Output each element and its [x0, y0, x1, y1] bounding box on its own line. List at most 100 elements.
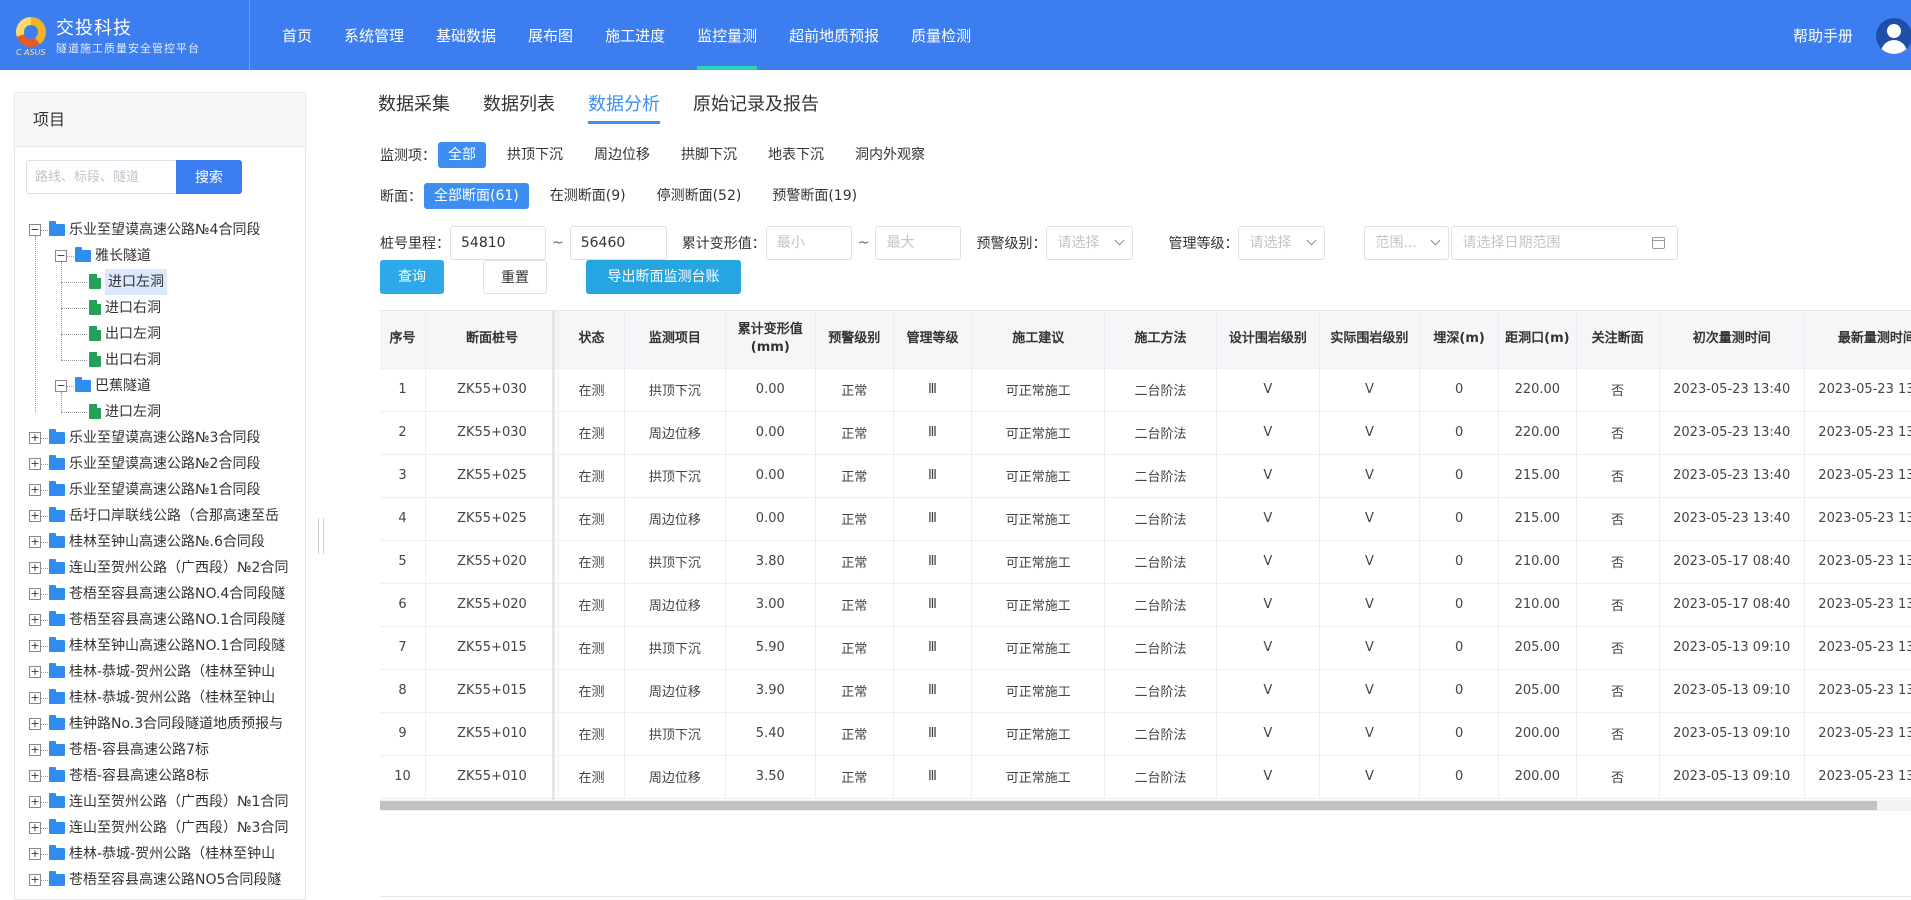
table-row[interactable]: 6 ZK55+020 在测 周边位移 3.00 正常 Ⅲ 可正常施工 二台阶法 V V 0 210.00… — [380, 583, 1911, 627]
tree-label[interactable]: 乐业至望谟高速公路№2合同段 — [69, 451, 260, 477]
scrollbar-thumb[interactable] — [380, 801, 1877, 810]
reset-button[interactable]: 重置 — [483, 260, 547, 294]
tree-node[interactable]: + 桂林-恭城-贺州公路（桂林至钟山 — [29, 685, 305, 711]
column-header[interactable]: 预警级别 — [815, 311, 894, 369]
table-row[interactable]: 2 ZK55+030 在测 周边位移 0.00 正常 Ⅲ 可正常施工 二台阶法 V V 0 220.00… — [380, 411, 1911, 455]
tree-node[interactable]: − 巴蕉隧道 — [29, 373, 305, 399]
tree-label[interactable]: 桂林-恭城-贺州公路（桂林至钟山 — [69, 685, 275, 711]
column-header[interactable]: 设计围岩级别 — [1216, 311, 1320, 369]
column-header[interactable]: 管理等级 — [893, 311, 973, 369]
tree-leaf[interactable]: 出口左洞 — [29, 321, 305, 347]
filter-chip[interactable]: 全部 — [438, 142, 486, 168]
column-header[interactable]: 施工建议 — [971, 311, 1106, 369]
tree-label[interactable]: 出口右洞 — [105, 347, 161, 373]
filter-chip[interactable]: 洞内外观察 — [845, 142, 935, 168]
expand-icon[interactable]: + — [29, 822, 41, 834]
date-range-type-select[interactable]: 范围... — [1364, 226, 1450, 260]
tree-label[interactable]: 苍梧至容县高速公路NO.1合同段隧 — [69, 607, 285, 633]
table-row[interactable]: 5 ZK55+020 在测 拱顶下沉 3.80 正常 Ⅲ 可正常施工 二台阶法 V V 0 210.00… — [380, 540, 1911, 584]
tree-label[interactable]: 连山至贺州公路（广西段）№2合同 — [69, 555, 288, 581]
filter-chip[interactable]: 拱脚下沉 — [671, 142, 747, 168]
tree-label[interactable]: 出口左洞 — [105, 321, 161, 347]
warning-level-select[interactable]: 请选择 — [1046, 226, 1134, 260]
panel-resize-handle[interactable] — [318, 518, 324, 554]
expand-icon[interactable]: + — [29, 744, 41, 756]
expand-icon[interactable]: + — [29, 770, 41, 782]
tree-label[interactable]: 桂林至钟山高速公路№.6合同段 — [69, 529, 265, 555]
tree-node[interactable]: + 桂林至钟山高速公路№.6合同段 — [29, 529, 305, 555]
tree-node[interactable]: + 苍梧至容县高速公路NO.4合同段隧 — [29, 581, 305, 607]
table-row[interactable]: 8 ZK55+015 在测 周边位移 3.90 正常 Ⅲ 可正常施工 二台阶法 V V 0 205.00… — [380, 669, 1911, 713]
column-header[interactable]: 关注断面 — [1576, 311, 1660, 369]
tree-label[interactable]: 雅长隧道 — [95, 243, 151, 269]
tab-item[interactable]: 数据分析 — [588, 90, 660, 124]
tree-label[interactable]: 进口左洞 — [105, 269, 167, 295]
expand-icon[interactable]: + — [29, 666, 41, 678]
table-row[interactable]: 3 ZK55+025 在测 拱顶下沉 0.00 正常 Ⅲ 可正常施工 二台阶法 V V 0 215.00… — [380, 454, 1911, 498]
nav-item[interactable]: 基础数据 — [420, 0, 512, 70]
filter-chip[interactable]: 全部断面(61) — [424, 183, 529, 209]
tree-node[interactable]: + 乐业至望谟高速公路№3合同段 — [29, 425, 305, 451]
tree-label[interactable]: 桂钟路No.3合同段隧道地质预报与 — [69, 711, 283, 737]
nav-item[interactable]: 系统管理 — [328, 0, 420, 70]
column-header[interactable]: 监测项目 — [624, 311, 726, 369]
column-header[interactable]: 断面桩号 — [425, 311, 559, 369]
expand-icon[interactable]: + — [29, 718, 41, 730]
expand-icon[interactable]: + — [29, 484, 41, 496]
tree-label[interactable]: 岳圩口岸联线公路（合那高速至岳 — [69, 503, 279, 529]
collapse-icon[interactable]: − — [55, 250, 67, 262]
filter-chip[interactable]: 周边位移 — [584, 142, 660, 168]
column-header[interactable]: 距洞口(m) — [1498, 311, 1577, 369]
tree-node[interactable]: − 乐业至望谟高速公路№4合同段 — [29, 217, 305, 243]
tree-node[interactable]: + 乐业至望谟高速公路№2合同段 — [29, 451, 305, 477]
expand-icon[interactable]: + — [29, 536, 41, 548]
column-header[interactable]: 最新量测时间 — [1804, 311, 1911, 369]
tree-label[interactable]: 苍梧至容县高速公路NO5合同段隧 — [69, 867, 281, 893]
tree-node[interactable]: − 雅长隧道 — [29, 243, 305, 269]
tree-node[interactable]: + 连山至贺州公路（广西段）№1合同 — [29, 789, 305, 815]
expand-icon[interactable]: + — [29, 874, 41, 886]
deformation-min-input[interactable] — [765, 226, 852, 260]
tree-leaf[interactable]: 进口左洞 — [29, 399, 305, 425]
tree-label[interactable]: 桂林-恭城-贺州公路（桂林至钟山 — [69, 659, 275, 685]
tree-node[interactable]: + 苍梧至容县高速公路NO.1合同段隧 — [29, 607, 305, 633]
table-row[interactable]: 1 ZK55+030 在测 拱顶下沉 0.00 正常 Ⅲ 可正常施工 二台阶法 V V 0 220.00… — [380, 368, 1911, 412]
nav-item[interactable]: 施工进度 — [589, 0, 681, 70]
expand-icon[interactable]: + — [29, 510, 41, 522]
tree-node[interactable]: + 苍梧-容县高速公路8标 — [29, 763, 305, 789]
tree-label[interactable]: 巴蕉隧道 — [95, 373, 151, 399]
mileage-from-input[interactable] — [450, 226, 546, 260]
column-header[interactable]: 状态 — [558, 311, 626, 369]
tree-label[interactable]: 进口右洞 — [105, 295, 161, 321]
nav-item[interactable]: 超前地质预报 — [773, 0, 895, 70]
tab-item[interactable]: 原始记录及报告 — [693, 90, 819, 124]
tree-leaf[interactable]: 进口右洞 — [29, 295, 305, 321]
nav-item[interactable]: 监控量测 — [681, 0, 773, 70]
expand-icon[interactable]: + — [29, 692, 41, 704]
tree-label[interactable]: 乐业至望谟高速公路№1合同段 — [69, 477, 260, 503]
table-row[interactable]: 7 ZK55+015 在测 拱顶下沉 5.90 正常 Ⅲ 可正常施工 二台阶法 V V 0 205.00… — [380, 626, 1911, 670]
filter-chip[interactable]: 在测断面(9) — [540, 183, 636, 209]
filter-chip[interactable]: 拱顶下沉 — [497, 142, 573, 168]
table-row[interactable]: 10 ZK55+010 在测 周边位移 3.50 正常 Ⅲ 可正常施工 二台阶法 V V 0 200.0… — [380, 755, 1911, 799]
project-search-input[interactable] — [26, 160, 176, 194]
column-header[interactable]: 埋深(m) — [1419, 311, 1499, 369]
tree-node[interactable]: + 连山至贺州公路（广西段）№2合同 — [29, 555, 305, 581]
tree-node[interactable]: + 岳圩口岸联线公路（合那高速至岳 — [29, 503, 305, 529]
tree-node[interactable]: + 桂钟路No.3合同段隧道地质预报与 — [29, 711, 305, 737]
tree-label[interactable]: 苍梧-容县高速公路7标 — [69, 737, 209, 763]
column-header[interactable]: 实际围岩级别 — [1319, 311, 1421, 369]
tree-node[interactable]: + 苍梧-容县高速公路7标 — [29, 737, 305, 763]
expand-icon[interactable]: + — [29, 588, 41, 600]
column-header[interactable]: 序号 — [380, 311, 427, 369]
tab-item[interactable]: 数据采集 — [378, 90, 450, 124]
nav-item[interactable]: 展布图 — [512, 0, 589, 70]
tree-node[interactable]: + 乐业至望谟高速公路№1合同段 — [29, 477, 305, 503]
tree-node[interactable]: + 桂林-恭城-贺州公路（桂林至钟山 — [29, 659, 305, 685]
tree-leaf[interactable]: 进口左洞 — [29, 269, 305, 295]
tree-node[interactable]: + 桂林至钟山高速公路NO.1合同段隧 — [29, 633, 305, 659]
export-section-ledger-button[interactable]: 导出断面监测台账 — [586, 260, 741, 294]
nav-item[interactable]: 首页 — [266, 0, 328, 70]
table-horizontal-scrollbar[interactable] — [380, 800, 1911, 811]
expand-icon[interactable]: + — [29, 640, 41, 652]
